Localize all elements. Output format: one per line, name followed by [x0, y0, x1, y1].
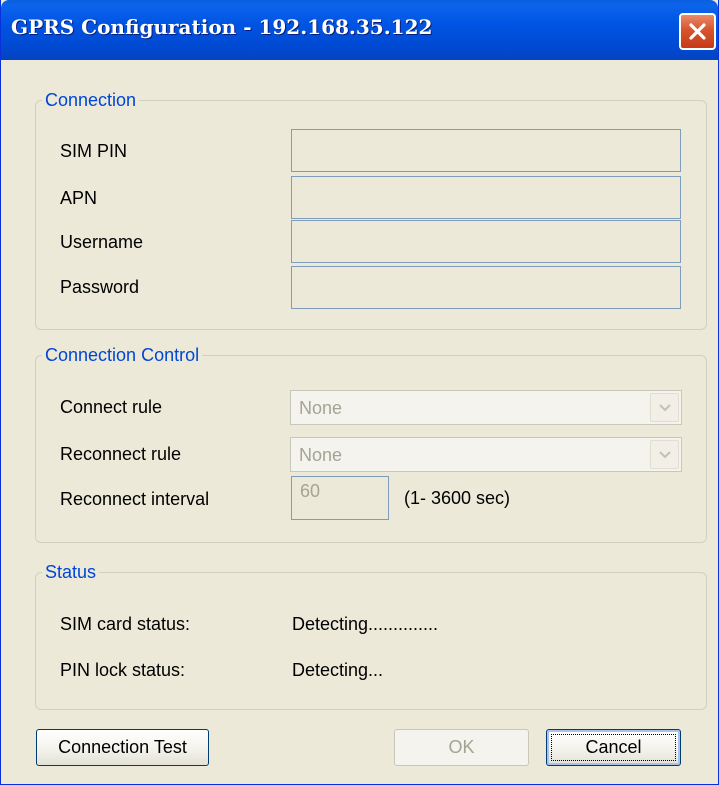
pin-lock-status-value: Detecting... [292, 660, 384, 680]
reconnect-rule-dropdown-button[interactable] [650, 440, 679, 469]
sim-pin-field[interactable] [291, 129, 681, 172]
apn-field[interactable] [291, 176, 681, 219]
apn-label: APN [60, 188, 98, 208]
close-icon [689, 23, 706, 40]
reconnect-rule-select[interactable]: None [290, 437, 682, 472]
connection-legend: Connection [45, 90, 137, 110]
password-label: Password [60, 277, 140, 297]
status-legend: Status [45, 562, 97, 582]
reconnect-interval-value: 60 [300, 481, 321, 501]
chevron-down-icon [659, 404, 671, 412]
reconnect-interval-label: Reconnect interval [60, 489, 210, 509]
connect-rule-dropdown-button[interactable] [650, 393, 679, 422]
status-group: Status [35, 562, 707, 710]
gprs-configuration-dialog: GPRS Configuration - 192.168.35.122 Conn… [0, 0, 719, 785]
window-title: GPRS Configuration - 192.168.35.122 [11, 15, 433, 39]
reconnect-rule-value: None [299, 445, 343, 465]
title-bar[interactable]: GPRS Configuration - 192.168.35.122 [1, 0, 718, 60]
connect-rule-value: None [299, 398, 343, 418]
sim-pin-label: SIM PIN [60, 141, 128, 161]
username-label: Username [60, 232, 144, 252]
pin-lock-status-label: PIN lock status: [60, 660, 186, 680]
connection-test-button[interactable]: Connection Test [36, 729, 209, 766]
reconnect-interval-field[interactable]: 60 [291, 476, 389, 520]
focus-rect [551, 734, 676, 761]
chevron-down-icon [659, 451, 671, 459]
sim-card-status-value: Detecting.............. [292, 614, 439, 634]
connection-control-legend: Connection Control [45, 345, 200, 365]
username-field[interactable] [291, 220, 681, 263]
connect-rule-label: Connect rule [60, 397, 163, 417]
ok-button[interactable]: OK [394, 729, 529, 766]
cancel-button[interactable]: Cancel [546, 729, 681, 766]
sim-card-status-label: SIM card status: [60, 614, 191, 634]
connect-rule-select[interactable]: None [290, 390, 682, 425]
reconnect-rule-label: Reconnect rule [60, 444, 182, 464]
close-button[interactable] [679, 13, 716, 50]
password-field[interactable] [291, 266, 681, 309]
reconnect-interval-range: (1- 3600 sec) [404, 488, 511, 508]
